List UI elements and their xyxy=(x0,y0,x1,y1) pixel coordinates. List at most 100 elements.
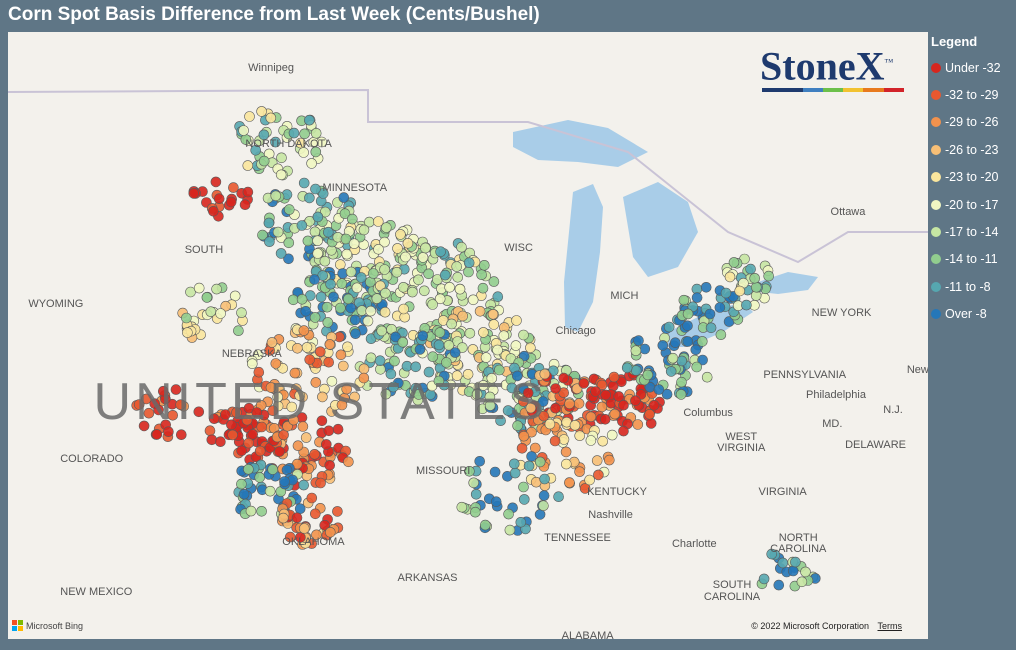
basis-point[interactable] xyxy=(621,362,633,374)
basis-point[interactable] xyxy=(645,418,657,429)
basis-point[interactable] xyxy=(690,344,702,356)
basis-point[interactable] xyxy=(457,310,469,322)
basis-point[interactable] xyxy=(682,308,694,320)
basis-point[interactable] xyxy=(321,301,333,313)
basis-point[interactable] xyxy=(350,328,361,340)
basis-point[interactable] xyxy=(310,183,321,195)
basis-point[interactable] xyxy=(304,354,316,365)
basis-point[interactable] xyxy=(632,419,644,430)
basis-point[interactable] xyxy=(603,454,615,466)
basis-point[interactable] xyxy=(334,259,346,270)
basis-point[interactable] xyxy=(427,299,438,310)
basis-point[interactable] xyxy=(309,448,320,460)
basis-point[interactable] xyxy=(213,193,225,204)
basis-point[interactable] xyxy=(351,282,363,294)
basis-point[interactable] xyxy=(302,235,314,247)
basis-point[interactable] xyxy=(309,508,321,520)
basis-point[interactable] xyxy=(287,294,299,306)
bing-attribution[interactable]: Microsoft Bing xyxy=(12,620,83,631)
basis-point[interactable] xyxy=(427,351,439,363)
basis-point[interactable] xyxy=(498,330,510,342)
basis-point[interactable] xyxy=(236,478,247,490)
basis-point[interactable] xyxy=(492,344,503,356)
legend-item[interactable]: -29 to -26 xyxy=(931,109,1015,136)
basis-point[interactable] xyxy=(560,446,572,458)
basis-point[interactable] xyxy=(451,261,463,272)
basis-point[interactable] xyxy=(306,158,317,169)
basis-point[interactable] xyxy=(296,220,308,231)
basis-point[interactable] xyxy=(469,506,481,518)
basis-point[interactable] xyxy=(549,435,561,447)
basis-point[interactable] xyxy=(283,237,295,249)
basis-point[interactable] xyxy=(606,429,618,441)
basis-point[interactable] xyxy=(539,473,550,485)
basis-point[interactable] xyxy=(374,355,386,367)
basis-point[interactable] xyxy=(309,312,321,323)
basis-point[interactable] xyxy=(345,302,357,314)
basis-point[interactable] xyxy=(233,325,244,337)
basis-point[interactable] xyxy=(254,472,265,483)
basis-point[interactable] xyxy=(266,337,278,348)
basis-point[interactable] xyxy=(644,408,655,420)
basis-point[interactable] xyxy=(291,512,303,524)
basis-point[interactable] xyxy=(590,386,601,397)
basis-point[interactable] xyxy=(274,446,285,457)
basis-point[interactable] xyxy=(648,399,660,411)
basis-point[interactable] xyxy=(750,282,762,293)
basis-point[interactable] xyxy=(696,336,708,347)
basis-point[interactable] xyxy=(324,459,336,471)
basis-point[interactable] xyxy=(272,226,284,238)
basis-point[interactable] xyxy=(245,505,257,517)
basis-point[interactable] xyxy=(538,500,549,512)
basis-point[interactable] xyxy=(796,576,808,588)
basis-point[interactable] xyxy=(238,125,249,136)
basis-point[interactable] xyxy=(705,322,717,334)
basis-point[interactable] xyxy=(254,445,266,457)
basis-point[interactable] xyxy=(346,213,358,225)
legend-item[interactable]: -11 to -8 xyxy=(931,273,1015,300)
basis-point[interactable] xyxy=(258,155,270,167)
basis-point[interactable] xyxy=(379,306,391,318)
basis-point[interactable] xyxy=(300,305,312,317)
basis-point[interactable] xyxy=(509,467,521,479)
basis-point[interactable] xyxy=(665,366,677,377)
basis-point[interactable] xyxy=(229,290,241,302)
basis-point[interactable] xyxy=(288,127,300,139)
basis-point[interactable] xyxy=(324,339,336,350)
basis-point[interactable] xyxy=(211,283,222,295)
basis-point[interactable] xyxy=(724,271,736,283)
basis-point[interactable] xyxy=(463,257,475,268)
basis-point[interactable] xyxy=(312,248,324,259)
basis-point[interactable] xyxy=(433,339,445,351)
basis-point[interactable] xyxy=(335,302,346,314)
basis-point[interactable] xyxy=(210,176,222,188)
basis-point[interactable] xyxy=(790,556,801,568)
basis-point[interactable] xyxy=(342,293,354,305)
basis-point[interactable] xyxy=(365,352,377,364)
basis-point[interactable] xyxy=(349,314,361,326)
basis-point[interactable] xyxy=(653,384,665,395)
basis-point[interactable] xyxy=(745,263,756,275)
basis-point[interactable] xyxy=(238,488,250,500)
basis-point[interactable] xyxy=(701,371,713,383)
basis-point[interactable] xyxy=(298,325,310,336)
basis-point[interactable] xyxy=(630,365,642,376)
basis-point[interactable] xyxy=(518,481,529,493)
basis-point[interactable] xyxy=(728,257,740,268)
basis-point[interactable] xyxy=(470,488,482,500)
basis-point[interactable] xyxy=(309,274,320,285)
basis-point[interactable] xyxy=(345,266,357,278)
basis-point[interactable] xyxy=(609,408,621,420)
basis-point[interactable] xyxy=(208,206,219,217)
basis-point[interactable] xyxy=(560,458,572,470)
basis-point[interactable] xyxy=(758,573,770,585)
basis-point[interactable] xyxy=(275,248,287,259)
basis-point[interactable] xyxy=(538,490,550,501)
basis-point[interactable] xyxy=(310,128,322,139)
basis-point[interactable] xyxy=(478,260,490,271)
basis-point[interactable] xyxy=(298,523,310,534)
basis-point[interactable] xyxy=(205,306,217,318)
legend-item[interactable]: -32 to -29 xyxy=(931,81,1015,108)
basis-point[interactable] xyxy=(392,243,403,254)
basis-point[interactable] xyxy=(342,341,353,353)
